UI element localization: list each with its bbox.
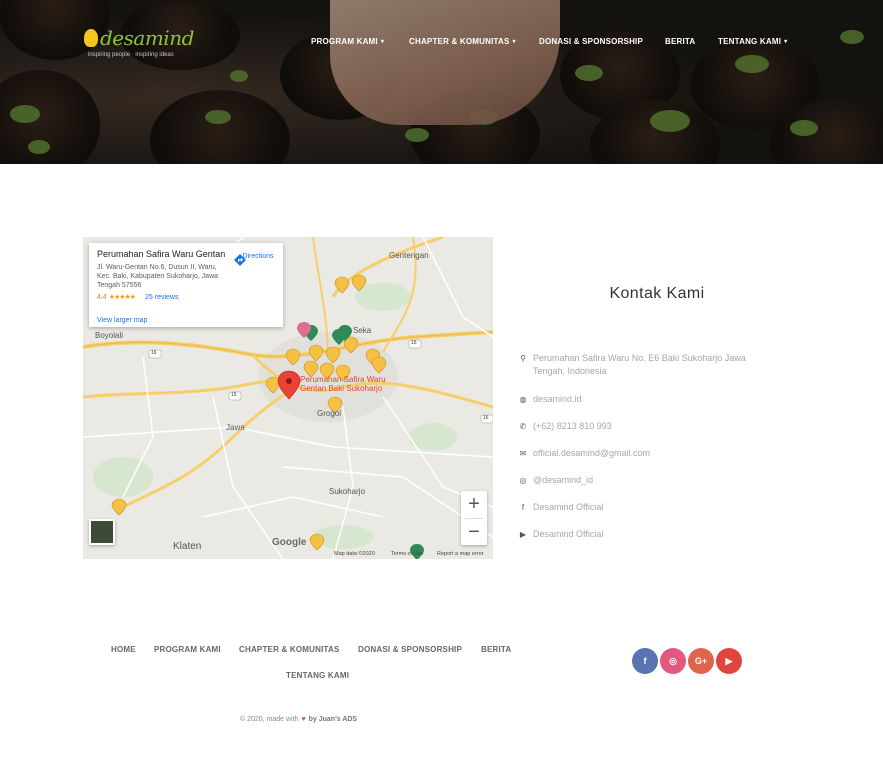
map-data-credit: Map data ©2020 [334, 551, 375, 557]
footer-nav-berita[interactable]: BERITA [481, 645, 511, 654]
nav-label: TENTANG KAMI [718, 37, 782, 46]
brand-tagline: inspiring people · inspiring ideas [88, 52, 174, 58]
caret-down-icon: ▾ [784, 39, 788, 45]
copyright: © 2020, made with ♥ by Juan's ADS [240, 716, 357, 723]
zoom-control: + − [461, 491, 487, 545]
youtube-icon[interactable]: ▶ [716, 648, 742, 674]
main-nav: PROGRAM KAMI ▾ CHAPTER & KOMUNITAS ▾ DONAS… [0, 37, 883, 51]
hero-overlay [0, 0, 883, 164]
directions-button[interactable]: Directions [233, 253, 283, 266]
caret-down-icon: ▾ [380, 39, 385, 45]
road-shield: 16 [483, 415, 489, 421]
heart-icon: ♥ [301, 716, 306, 723]
contact-instagram[interactable]: ◎ @desamind_id [518, 474, 778, 487]
nav-item-tentang-kami[interactable]: TENTANG KAMI ▾ [718, 37, 787, 46]
footer-nav-home[interactable]: HOME [111, 645, 136, 654]
road-shield: 16 [151, 350, 157, 356]
youtube-icon: ▶ [519, 530, 527, 539]
footer-nav-tentang-kami[interactable]: TENTANG KAMI [286, 671, 349, 680]
road-shield: 15 [411, 340, 417, 346]
nav-item-program-kami[interactable]: PROGRAM KAMI ▾ [311, 37, 384, 46]
google-plus-icon[interactable]: G+ [688, 648, 714, 674]
contact-website[interactable]: ◍ desamind.id [518, 393, 778, 406]
footer-nav-chapter-komunitas[interactable]: CHAPTER & KOMUNITAS [239, 645, 340, 654]
location-icon: ⚲ [520, 354, 526, 363]
contact-address: ⚲ Perumahan Safira Waru No. E6 Baki Suko… [518, 352, 778, 378]
zoom-out-button[interactable]: − [461, 519, 487, 546]
contact-youtube[interactable]: ▶ Desamind Official [518, 528, 778, 541]
google-logo: Google [272, 537, 307, 548]
place-address: Jl. Waru-Gentan No.6, Dusun II, Waru, Ke… [97, 264, 219, 289]
google-map[interactable]: Gentengan Boyolali Seka Jawa Grogol Suko… [83, 237, 493, 559]
zoom-in-button[interactable]: + [461, 491, 487, 518]
contact-facebook[interactable]: f Desamind Official [518, 501, 778, 514]
copyright-text: © 2020, made with [240, 716, 299, 723]
map-marker-label: Perumahan Safira Waru Gentan Baki Sukoha… [300, 375, 386, 393]
contact-text: (+62) 8213 810 993 [533, 421, 612, 431]
facebook-icon[interactable]: f [632, 648, 658, 674]
nav-label: BERITA [665, 37, 696, 46]
directions-icon [234, 254, 246, 266]
nav-item-donasi-sponsorship[interactable]: DONASI & SPONSORSHIP [539, 37, 643, 46]
globe-icon: ◍ [519, 395, 527, 404]
rating-value: 4.4 [97, 294, 107, 301]
contact-text: Desamind Official [533, 529, 604, 539]
rating-stars-icon: ★★★★★ [108, 294, 136, 301]
report-error-link[interactable]: Report a map error [437, 551, 483, 557]
map-place-klaten: Klaten [173, 541, 202, 552]
contact-text: official.desamind@gmail.com [533, 448, 651, 458]
footer-nav-program-kami[interactable]: PROGRAM KAMI [154, 645, 221, 654]
map-place-boyolali: Boyolali [95, 331, 124, 340]
map-place-gentengan: Gentengan [389, 251, 429, 260]
nav-label: PROGRAM KAMI [311, 37, 378, 46]
road-shield: 15 [231, 392, 237, 398]
contact-title: Kontak Kami [609, 285, 705, 302]
copyright-author[interactable]: by Juan's ADS [309, 716, 357, 723]
mail-icon: ✉ [519, 449, 527, 458]
hero-banner: desamind inspiring people · inspiring id… [0, 0, 883, 164]
nav-label: CHAPTER & KOMUNITAS [409, 37, 510, 46]
contact-text: Desamind Official [533, 502, 604, 512]
place-title: Perumahan Safira Waru Gentan [97, 249, 225, 259]
instagram-icon[interactable]: ◎ [660, 648, 686, 674]
nav-item-berita[interactable]: BERITA [665, 37, 695, 46]
terms-link[interactable]: Terms of Use [391, 551, 423, 557]
contact-text: Perumahan Safira Waru No. E6 Baki Sukoha… [533, 353, 746, 376]
whatsapp-icon: ✆ [519, 422, 527, 431]
map-place-sekar: Seka [353, 326, 372, 335]
map-place-jawa: Jawa [226, 423, 245, 432]
footer-nav-donasi-sponsorship[interactable]: DONASI & SPONSORSHIP [358, 645, 462, 654]
caret-down-icon: ▾ [512, 39, 516, 45]
map-place-sukoharjo: Sukoharjo [329, 487, 366, 496]
contact-text: desamind.id [533, 394, 582, 404]
contact-email[interactable]: ✉ official.desamind@gmail.com [518, 447, 778, 460]
nav-label: DONASI & SPONSORSHIP [539, 37, 644, 46]
view-larger-map-link[interactable]: View larger map [97, 317, 147, 324]
instagram-icon: ◎ [519, 476, 527, 485]
place-card: Perumahan Safira Waru Gentan Jl. Waru-Ge… [89, 243, 283, 327]
nav-item-chapter-komunitas[interactable]: CHAPTER & KOMUNITAS ▾ [409, 37, 516, 46]
satellite-toggle[interactable] [89, 519, 115, 545]
contact-text: @desamind_id [533, 475, 594, 485]
map-place-grogol: Grogol [317, 409, 342, 418]
reviews-link[interactable]: 25 reviews [145, 294, 178, 301]
facebook-icon: f [521, 503, 525, 512]
place-rating: 4.4 ★★★★★ 25 reviews [97, 293, 275, 301]
contact-whatsapp[interactable]: ✆ (+62) 8213 810 993 [518, 420, 778, 433]
